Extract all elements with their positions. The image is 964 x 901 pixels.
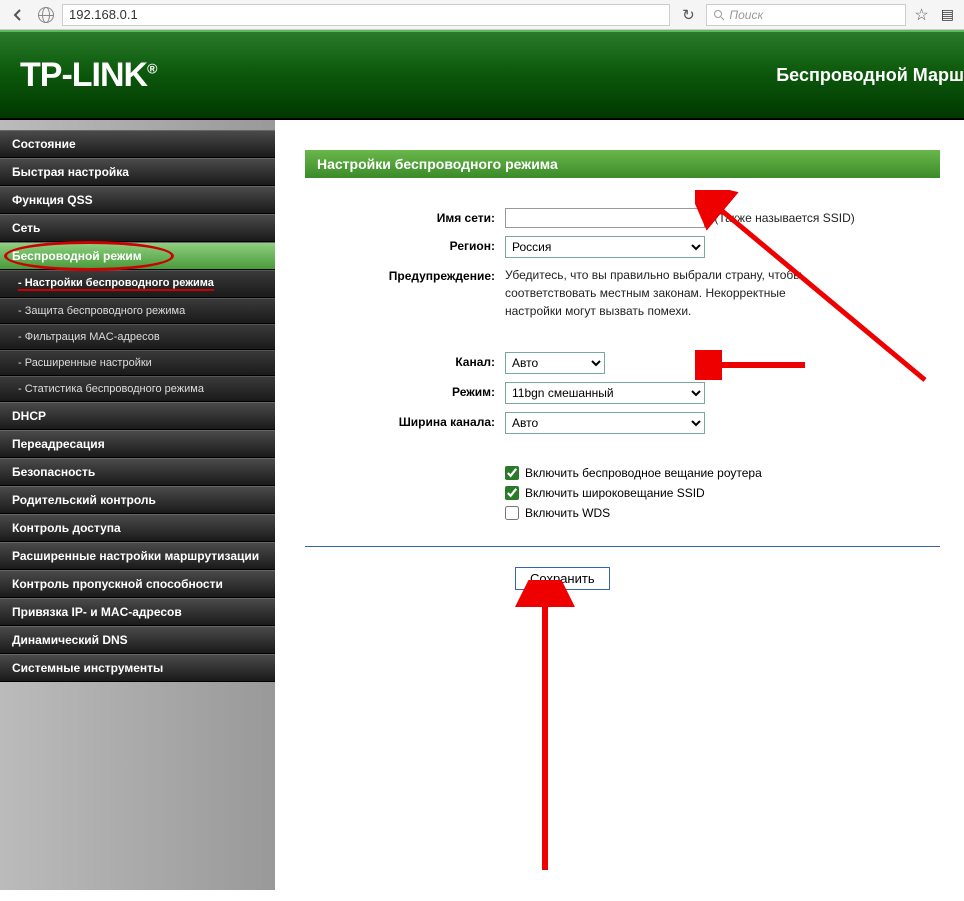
annotation-arrow-save bbox=[515, 580, 575, 880]
sidebar-sub-wireless-security[interactable]: - Защита беспроводного режима bbox=[0, 298, 275, 324]
warning-label: Предупреждение: bbox=[305, 266, 505, 283]
sidebar-item-status[interactable]: Состояние bbox=[0, 130, 275, 158]
sidebar-item-qss[interactable]: Функция QSS bbox=[0, 186, 275, 214]
checkbox-ssid[interactable] bbox=[505, 486, 519, 500]
channel-label: Канал: bbox=[305, 352, 505, 369]
mode-label: Режим: bbox=[305, 382, 505, 399]
reader-icon[interactable]: ▤ bbox=[937, 6, 958, 23]
region-select[interactable]: Россия bbox=[505, 236, 705, 258]
mode-select[interactable]: 11bgn смешанный bbox=[505, 382, 705, 404]
url-text: 192.168.0.1 bbox=[69, 7, 138, 22]
main-content: Настройки беспроводного режима Имя сети:… bbox=[275, 120, 964, 890]
sidebar-item-bandwidth[interactable]: Контроль пропускной способности bbox=[0, 570, 275, 598]
ssid-label: Имя сети: bbox=[305, 208, 505, 225]
page-header: TP-LINK® Беспроводной Марш bbox=[0, 30, 964, 120]
bookmark-icon[interactable]: ☆ bbox=[910, 5, 932, 25]
divider bbox=[305, 546, 940, 547]
sidebar-item-access[interactable]: Контроль доступа bbox=[0, 514, 275, 542]
sidebar-item-quicksetup[interactable]: Быстрая настройка bbox=[0, 158, 275, 186]
sidebar-item-parental[interactable]: Родительский контроль bbox=[0, 486, 275, 514]
ssid-hint: (Также называется SSID) bbox=[714, 211, 854, 225]
sidebar-item-dhcp[interactable]: DHCP bbox=[0, 402, 275, 430]
checkbox-ssid-label: Включить широковещание SSID bbox=[525, 486, 705, 500]
sidebar-item-network[interactable]: Сеть bbox=[0, 214, 275, 242]
width-select[interactable]: Авто bbox=[505, 412, 705, 434]
section-title: Настройки беспроводного режима bbox=[305, 150, 940, 178]
globe-icon bbox=[34, 3, 58, 27]
reload-button[interactable]: ↻ bbox=[674, 6, 702, 24]
save-button[interactable]: Сохранить bbox=[515, 567, 610, 590]
sidebar-item-forwarding[interactable]: Переадресация bbox=[0, 430, 275, 458]
width-label: Ширина канала: bbox=[305, 412, 505, 429]
brand-logo: TP-LINK® bbox=[20, 56, 156, 95]
checkbox-broadcast[interactable] bbox=[505, 466, 519, 480]
sidebar-sub-wireless-settings[interactable]: - Настройки беспроводного режима bbox=[0, 270, 275, 298]
sidebar-item-security[interactable]: Безопасность bbox=[0, 458, 275, 486]
sidebar-item-system[interactable]: Системные инструменты bbox=[0, 654, 275, 682]
product-title: Беспроводной Марш bbox=[776, 65, 964, 86]
checkbox-wds-label: Включить WDS bbox=[525, 506, 610, 520]
browser-toolbar: 192.168.0.1 ↻ Поиск ☆ ▤ bbox=[0, 0, 964, 30]
checkbox-broadcast-label: Включить беспроводное вещание роутера bbox=[525, 466, 762, 480]
sidebar-sub-stats[interactable]: - Статистика беспроводного режима bbox=[0, 376, 275, 402]
search-box[interactable]: Поиск bbox=[706, 4, 906, 26]
channel-select[interactable]: Авто bbox=[505, 352, 605, 374]
sidebar-item-wireless[interactable]: Беспроводной режим bbox=[0, 242, 275, 270]
url-bar[interactable]: 192.168.0.1 bbox=[62, 4, 670, 26]
sidebar-item-routing[interactable]: Расширенные настройки маршрутизации bbox=[0, 542, 275, 570]
back-button[interactable] bbox=[6, 3, 30, 27]
search-icon bbox=[713, 9, 725, 21]
sidebar-sub-advanced[interactable]: - Расширенные настройки bbox=[0, 350, 275, 376]
region-label: Регион: bbox=[305, 236, 505, 253]
sidebar-sub-mac-filter[interactable]: - Фильтрация MAC-адресов bbox=[0, 324, 275, 350]
warning-text: Убедитесь, что вы правильно выбрали стра… bbox=[505, 266, 825, 320]
ssid-input[interactable] bbox=[505, 208, 705, 228]
sidebar-item-ipmac[interactable]: Привязка IP- и MAC-адресов bbox=[0, 598, 275, 626]
search-placeholder: Поиск bbox=[729, 8, 763, 22]
sidebar-nav: Состояние Быстрая настройка Функция QSS … bbox=[0, 120, 275, 890]
sidebar-item-ddns[interactable]: Динамический DNS bbox=[0, 626, 275, 654]
checkbox-wds[interactable] bbox=[505, 506, 519, 520]
